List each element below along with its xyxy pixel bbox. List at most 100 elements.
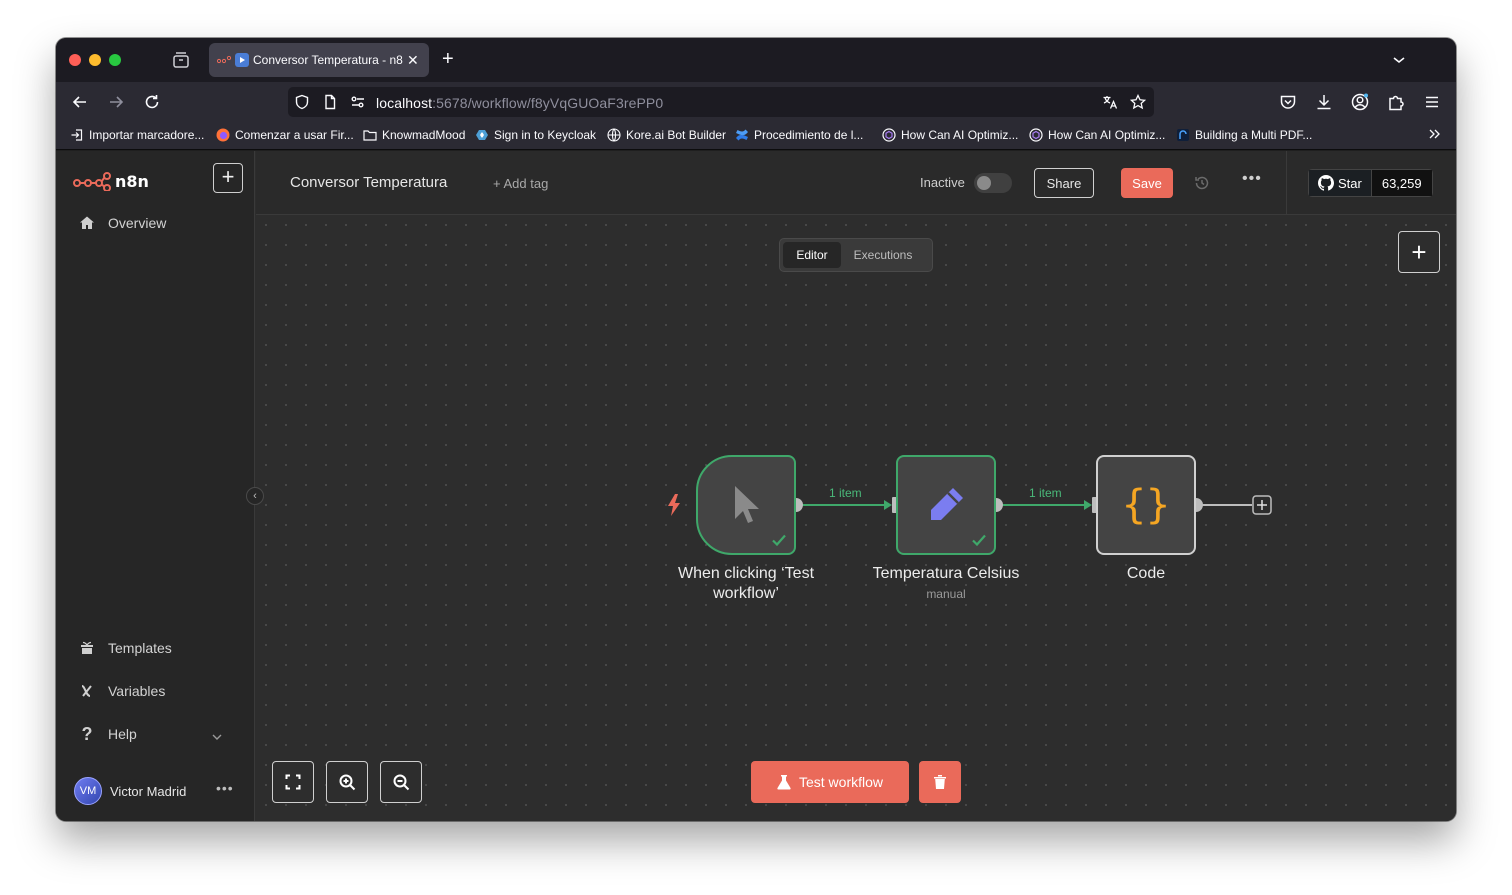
bookmark-multi-pdf[interactable]: Building a Multi PDF... (1176, 128, 1312, 142)
bookmark-ai-optimiz-1[interactable]: How Can AI Optimiz... (882, 128, 1018, 142)
import-icon (70, 128, 84, 142)
bookmark-label: KnowmadMood (382, 128, 466, 142)
zoom-in-button[interactable] (326, 761, 368, 803)
zoom-in-icon (339, 774, 355, 790)
connection-item-count: 1 item (829, 486, 862, 500)
user-name: Victor Madrid (110, 783, 187, 799)
maximize-window-button[interactable] (109, 54, 121, 66)
bookmark-import[interactable]: Importar marcadore... (70, 128, 204, 142)
trash-icon (934, 775, 946, 789)
sidebar-item-label: Overview (108, 215, 167, 231)
shield-icon[interactable] (294, 94, 310, 110)
extensions-icon[interactable] (1386, 92, 1406, 112)
test-workflow-label: Test workflow (798, 774, 884, 790)
page-icon[interactable] (322, 94, 338, 110)
chevron-down-icon[interactable] (211, 729, 223, 747)
zoom-to-fit-button[interactable] (272, 761, 314, 803)
keycloak-icon (475, 128, 489, 142)
connection-set-code[interactable] (996, 500, 1092, 510)
translate-icon[interactable] (1102, 94, 1118, 110)
firefox-icon (216, 128, 230, 142)
save-button[interactable]: Save (1121, 168, 1173, 198)
share-button[interactable]: Share (1034, 168, 1094, 198)
bookmark-label: How Can AI Optimiz... (901, 128, 1019, 142)
github-star-button[interactable]: Star 63,259 (1308, 169, 1433, 197)
variable-icon (78, 682, 96, 700)
permissions-icon[interactable] (350, 94, 366, 110)
collapse-sidebar-icon[interactable]: ‹ (246, 487, 264, 505)
browser-nav-bar: localhost:5678/workflow/f8yVqGUOaF3rePP0 (56, 82, 1456, 122)
reload-icon[interactable] (142, 92, 162, 112)
node-temperatura-celsius[interactable] (896, 455, 996, 555)
node-code[interactable]: {} (1096, 455, 1196, 555)
home-icon (78, 214, 96, 232)
sidebar-item-help[interactable]: ? Help (78, 723, 137, 744)
sidebar-item-label: Help (108, 726, 137, 742)
test-workflow-button[interactable]: Test workflow (751, 761, 909, 803)
node-label: Temperatura Celsius (872, 565, 1020, 582)
sidebar-item-variables[interactable]: Variables (78, 682, 165, 700)
clear-execution-button[interactable] (919, 761, 961, 803)
bookmark-ai-optimiz-2[interactable]: How Can AI Optimiz... (1029, 128, 1165, 142)
zoom-out-icon (393, 774, 409, 790)
add-next-node-icon[interactable] (1252, 495, 1272, 515)
zoom-out-button[interactable] (380, 761, 422, 803)
bookmarks-overflow-icon[interactable] (1428, 127, 1442, 141)
user-menu-icon[interactable]: ••• (216, 780, 234, 796)
sidebar-item-templates[interactable]: Templates (78, 639, 172, 657)
fit-view-icon (285, 774, 301, 790)
create-button[interactable]: + (213, 163, 243, 193)
add-tag-button[interactable]: + Add tag (493, 176, 548, 191)
node-label: Code (1126, 565, 1166, 582)
history-icon[interactable] (1193, 174, 1211, 192)
minimize-window-button[interactable] (89, 54, 101, 66)
pocket-icon[interactable] (1278, 92, 1298, 112)
n8n-logo[interactable]: n8n (73, 171, 149, 191)
bookmark-procedimiento[interactable]: Procedimiento de l... (735, 128, 863, 142)
bookmark-firefox[interactable]: Comenzar a usar Fir... (216, 128, 354, 142)
node-manual-trigger[interactable] (696, 455, 796, 555)
editor-executions-switch: Editor Executions (779, 238, 933, 272)
bookmark-knowmadmood[interactable]: KnowmadMood (363, 128, 465, 142)
connections-layer (789, 495, 1272, 515)
account-icon[interactable] (1350, 92, 1370, 112)
tab-editor[interactable]: Editor (783, 242, 841, 268)
hamburger-menu-icon[interactable] (1422, 92, 1442, 112)
connection-trigger-set[interactable] (796, 500, 892, 510)
tab-close-icon[interactable]: ✕ (407, 52, 419, 69)
url-bar[interactable]: localhost:5678/workflow/f8yVqGUOaF3rePP0 (288, 87, 1154, 117)
url-text[interactable]: localhost:5678/workflow/f8yVqGUOaF3rePP0 (376, 95, 663, 111)
toggle-knob (977, 176, 991, 190)
more-options-icon[interactable]: ••• (1242, 170, 1262, 188)
box-icon (78, 639, 96, 657)
activate-toggle[interactable] (974, 173, 1012, 193)
download-icon[interactable] (1314, 92, 1334, 112)
sidebar-item-overview[interactable]: Overview (78, 214, 166, 232)
new-tab-button[interactable]: + (442, 49, 454, 69)
pencil-icon (931, 488, 963, 520)
tab-list-icon[interactable] (172, 51, 190, 69)
node-subtitle: manual (926, 587, 966, 601)
star-bookmark-icon[interactable] (1129, 93, 1147, 110)
cursor-pointer-icon (735, 486, 759, 523)
sidebar: n8n + Overview Templates Variables ? Hel… (56, 151, 255, 821)
tab-executions[interactable]: Executions (841, 242, 925, 268)
workflow-name[interactable]: Conversor Temperatura (290, 174, 447, 191)
workflow-canvas[interactable]: + 1 item 1 item When clicking ‘Test work… (256, 215, 1456, 821)
bookmark-koreai[interactable]: Kore.ai Bot Builder (607, 128, 726, 142)
forward-arrow-icon[interactable] (106, 92, 126, 112)
logo-text: n8n (115, 171, 149, 191)
confluence-icon (735, 128, 749, 142)
chevron-down-icon[interactable] (1392, 52, 1406, 70)
flask-icon (777, 775, 791, 790)
user-profile[interactable]: VM Victor Madrid (74, 777, 186, 805)
question-icon: ? (81, 723, 93, 744)
back-arrow-icon[interactable] (70, 92, 90, 112)
play-icon (235, 53, 249, 67)
n8n-logo-icon (73, 172, 111, 191)
github-icon (1318, 175, 1334, 191)
close-window-button[interactable] (69, 54, 81, 66)
check-icon (771, 532, 787, 548)
browser-tab[interactable]: Conversor Temperatura - n8n ✕ (209, 43, 429, 77)
bookmark-keycloak[interactable]: Sign in to Keycloak (475, 128, 596, 142)
